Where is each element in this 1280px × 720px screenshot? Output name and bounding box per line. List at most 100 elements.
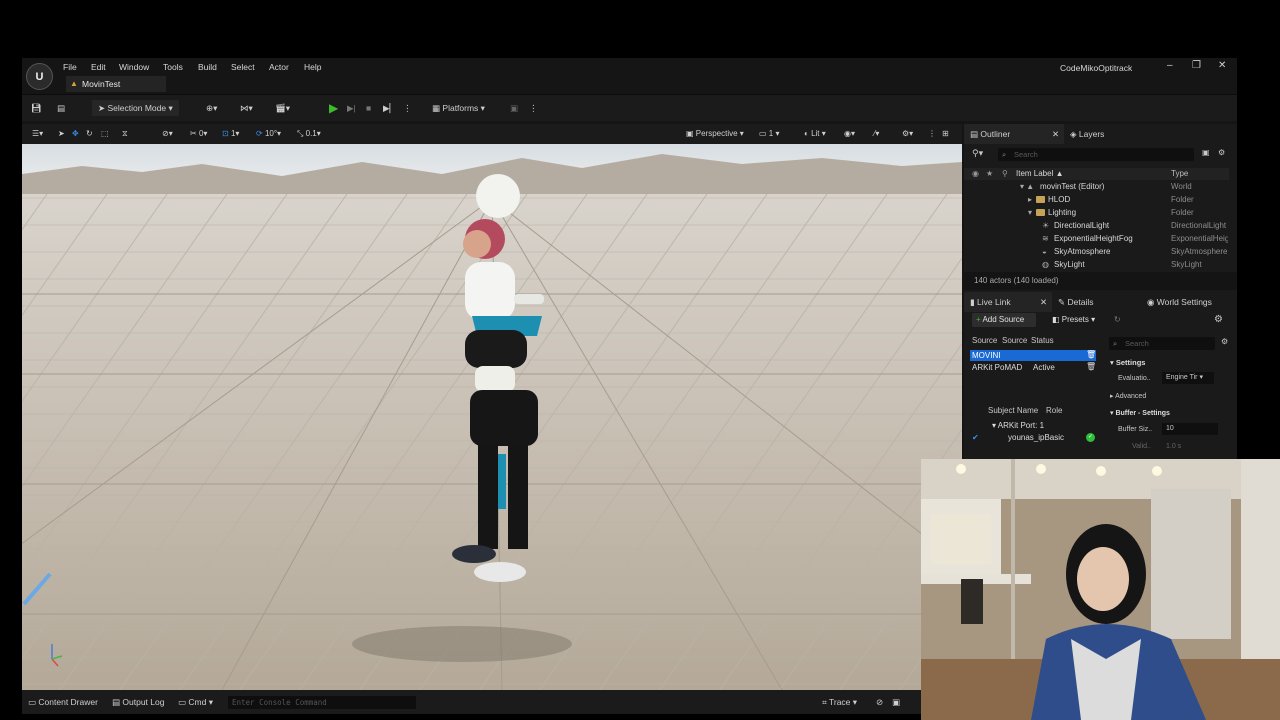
tab-world-settings[interactable]: ◉ World Settings: [1147, 292, 1237, 312]
details-settings-icon[interactable]: ⚙: [1221, 337, 1228, 346]
console-input[interactable]: Enter Console Command: [228, 696, 416, 709]
realtime-icon[interactable]: ⁄▾: [874, 126, 879, 142]
details-search-input[interactable]: ⌕ Search: [1109, 337, 1215, 350]
tab-layers[interactable]: ◈ Layers: [1070, 124, 1140, 144]
menu-window[interactable]: Window: [119, 62, 149, 72]
outliner-row[interactable]: ▾ ▲ movinTest (Editor) World: [964, 181, 1229, 193]
subject-row[interactable]: ✔ younas_ipBasic ✓: [972, 433, 1098, 445]
section-buffer-settings[interactable]: ▾ Buffer - Settings: [1110, 409, 1170, 417]
col-source-type[interactable]: Source: [972, 336, 997, 345]
cmd-dropdown[interactable]: ▭ Cmd ▾: [178, 694, 213, 710]
col-role[interactable]: Role: [1046, 406, 1062, 415]
stop-icon[interactable]: ■: [366, 100, 371, 116]
play-icon[interactable]: ▶: [329, 100, 338, 116]
output-log-button[interactable]: ▤ Output Log: [112, 694, 164, 710]
select-tool-icon[interactable]: ➤: [58, 126, 65, 142]
outliner-row[interactable]: ▸ HLOD Folder: [964, 194, 1229, 206]
buffer-size-input[interactable]: 10: [1162, 423, 1218, 435]
col-type[interactable]: Type: [1171, 168, 1228, 180]
content-browser-icon[interactable]: ▤: [57, 100, 65, 116]
viewport-layout-icon[interactable]: ⊞: [942, 126, 949, 142]
add-actor-icon[interactable]: ⊕▾: [206, 100, 217, 116]
section-advanced[interactable]: ▸ Advanced: [1110, 392, 1146, 400]
selection-mode-dropdown[interactable]: ➤ Selection Mode ▾: [92, 100, 179, 116]
step-icon[interactable]: ▶|: [347, 100, 356, 116]
save-icon[interactable]: 💾︎: [31, 100, 42, 116]
maximize-button[interactable]: ❐: [1192, 60, 1201, 71]
translate-tool-icon[interactable]: ✥: [72, 126, 79, 142]
unreal-logo-icon[interactable]: U: [26, 63, 53, 90]
live-link-settings-icon[interactable]: ⚙: [1214, 314, 1223, 325]
menu-file[interactable]: File: [63, 62, 77, 72]
outliner-search-input[interactable]: ⌕ Search: [998, 148, 1194, 161]
view-mode-dropdown[interactable]: ◐ Lit ▾: [804, 126, 826, 142]
evaluation-dropdown[interactable]: Engine Tir ▾: [1162, 372, 1214, 384]
viewport-menu-icon[interactable]: ☰▾: [32, 126, 43, 142]
play-options-icon[interactable]: ⋮: [403, 100, 412, 116]
show-flags-icon[interactable]: ◉▾: [844, 126, 855, 142]
perspective-dropdown[interactable]: ▣ Perspective ▾: [686, 126, 744, 142]
pin-icon[interactable]: ⚲: [1002, 168, 1008, 180]
angle-snap-toggle[interactable]: ⟳ 10°▾: [256, 126, 281, 142]
more-options-icon[interactable]: ⋮: [529, 100, 538, 116]
refresh-icon[interactable]: ↻: [1114, 315, 1121, 324]
col-item-label[interactable]: Item Label ▲: [1016, 168, 1064, 180]
grid-snap-toggle[interactable]: ⊡ 1▾: [222, 126, 239, 142]
eject-icon[interactable]: ▶▏: [383, 100, 396, 116]
level-viewport[interactable]: [22, 144, 962, 690]
tab-details[interactable]: ✎ Details: [1058, 292, 1128, 312]
subject-checkbox[interactable]: ✔: [972, 433, 979, 442]
subject-group[interactable]: ▾ ARKit Port: 1: [992, 421, 1044, 430]
rotate-tool-icon[interactable]: ↻: [86, 126, 93, 142]
col-source-machine[interactable]: Source: [1002, 336, 1027, 345]
camera-speed-dropdown[interactable]: ▭ 1 ▾: [759, 126, 779, 142]
outliner-row[interactable]: ◒ SkyAtmosphere SkyAtmosphere: [964, 246, 1229, 258]
source-row[interactable]: ARKit PoMAD Active 🗑︎: [970, 362, 1096, 373]
tab-live-link[interactable]: ▮ Live Link ✕: [964, 292, 1052, 312]
outliner-row[interactable]: ≋ ExponentialHeightFog ExponentialHeight…: [964, 233, 1229, 245]
viewport-settings-icon[interactable]: ⚙▾: [902, 126, 913, 142]
visibility-icon[interactable]: ◉: [972, 168, 979, 180]
close-button[interactable]: ✕: [1218, 60, 1226, 71]
menu-actor[interactable]: Actor: [269, 62, 289, 72]
source-control-icon[interactable]: ▣: [892, 694, 900, 710]
col-subject-name[interactable]: Subject Name: [988, 406, 1038, 415]
add-source-button[interactable]: + Add Source: [972, 313, 1036, 327]
minimize-button[interactable]: –: [1167, 60, 1173, 71]
menu-build[interactable]: Build: [198, 62, 217, 72]
tab-outliner[interactable]: ▤ Outliner ✕: [964, 124, 1064, 144]
presets-dropdown[interactable]: ◧ Presets ▾: [1052, 315, 1095, 324]
close-tab-icon[interactable]: ✕: [1040, 292, 1047, 312]
filter-icon[interactable]: ⚲▾: [972, 148, 983, 159]
menu-select[interactable]: Select: [231, 62, 255, 72]
blueprint-icon[interactable]: ⋈▾: [240, 100, 253, 116]
derived-data-icon[interactable]: ⊘: [876, 694, 883, 710]
favorite-icon[interactable]: ★: [986, 168, 993, 180]
trace-dropdown[interactable]: ⌗ Trace ▾: [822, 694, 857, 710]
scale-snap-toggle[interactable]: ⤡ 0.1▾: [297, 126, 321, 142]
outliner-row[interactable]: ▾ Lighting Folder: [964, 207, 1229, 219]
close-tab-icon[interactable]: ✕: [1052, 124, 1059, 144]
add-folder-icon[interactable]: ▣: [1202, 148, 1210, 157]
menu-edit[interactable]: Edit: [91, 62, 106, 72]
package-icon[interactable]: ▣: [510, 100, 518, 116]
viewport-options-icon[interactable]: ⋮: [928, 126, 936, 142]
outliner-row[interactable]: ◍ SkyLight SkyLight: [964, 259, 1229, 271]
rotation-snap-toggle[interactable]: ✂ 0▾: [190, 126, 207, 142]
content-drawer-button[interactable]: ▭ Content Drawer: [28, 694, 98, 710]
menu-tools[interactable]: Tools: [163, 62, 183, 72]
outliner-settings-icon[interactable]: ⚙: [1218, 148, 1225, 157]
source-row-selected[interactable]: MOVINI 🗑︎: [970, 350, 1096, 361]
delete-source-icon[interactable]: 🗑︎: [1086, 350, 1096, 359]
menu-help[interactable]: Help: [304, 62, 321, 72]
scale-tool-icon[interactable]: ⬚: [101, 126, 109, 142]
col-status[interactable]: Status: [1031, 336, 1054, 345]
section-settings[interactable]: ▾ Settings: [1110, 358, 1145, 367]
surface-snap-icon[interactable]: ⧖: [122, 126, 128, 142]
level-tab[interactable]: ▲ MovinTest: [66, 76, 166, 92]
delete-source-icon[interactable]: 🗑︎: [1086, 362, 1096, 371]
platforms-dropdown[interactable]: ▦ Platforms ▾: [432, 100, 485, 116]
world-local-icon[interactable]: ⊘▾: [162, 126, 173, 142]
outliner-row[interactable]: ☀ DirectionalLight DirectionalLight: [964, 220, 1229, 232]
cinematics-icon[interactable]: 🎬︎▾: [275, 100, 290, 116]
